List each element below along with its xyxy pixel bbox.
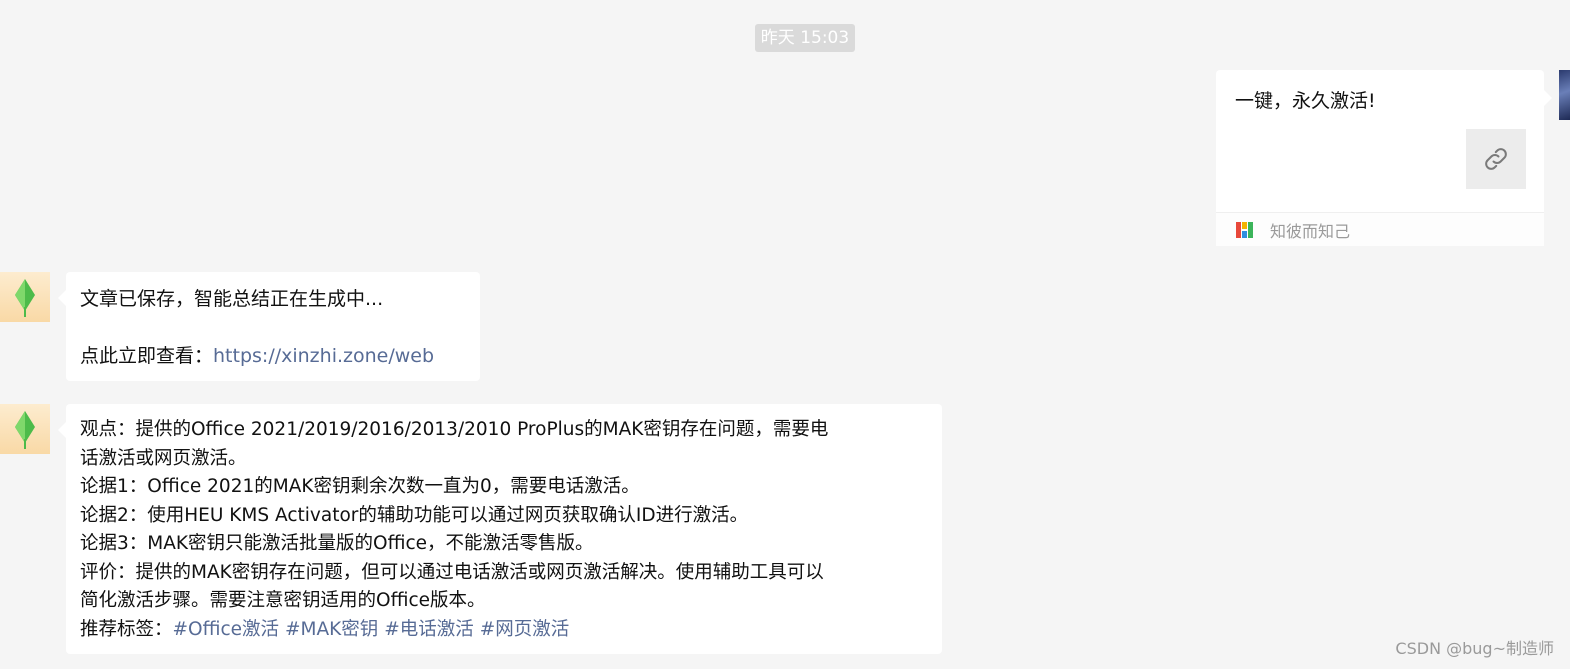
source-logo-icon (1236, 221, 1254, 239)
leaf-logo-icon (15, 411, 35, 449)
link-icon (1485, 148, 1507, 170)
card-title: 一键，永久激活! (1235, 90, 1376, 112)
card-source: 知彼而知己 (1216, 212, 1544, 246)
summary-line: 论据3：MAK密钥只能激活批量版的Office，不能激活零售版。 (80, 533, 594, 554)
leaf-logo-icon (15, 279, 35, 317)
tag-link[interactable]: #MAK密钥 (285, 619, 378, 640)
source-name: 知彼而知己 (1270, 221, 1351, 241)
tag-link[interactable]: #网页激活 (480, 619, 570, 640)
card-thumbnail (1466, 129, 1526, 189)
message-text: 文章已保存，智能总结正在生成中... (80, 288, 384, 310)
summary-line: 简化激活步骤。需要注意密钥适用的Office版本。 (80, 590, 486, 611)
watermark: CSDN @bug~制造师 (1395, 639, 1554, 658)
summary-line: 评价：提供的MAK密钥存在问题，但可以通过电话激活或网页激活解决。使用辅助工具可… (80, 561, 824, 583)
shared-article-card[interactable]: 一键，永久激活! 知彼而知己 (1216, 70, 1552, 246)
bot-message-saved: 文章已保存，智能总结正在生成中... 点此立即查看：https://xinzhi… (58, 272, 480, 381)
tags-row: 推荐标签：#Office激活 #MAK密钥 #电话激活 #网页激活 (80, 616, 928, 645)
summary-line: 论据1：Office 2021的MAK密钥剩余次数一直为0，需要电话激活。 (80, 476, 640, 497)
user-avatar[interactable] (1559, 70, 1570, 120)
tag-link[interactable]: #电话激活 (384, 619, 474, 640)
view-link[interactable]: https://xinzhi.zone/web (213, 345, 434, 367)
message-text: 点此立即查看： (80, 344, 214, 367)
summary-line: 话激活或网页激活。 (80, 447, 247, 469)
summary-line: 观点：提供的Office 2021/2019/2016/2013/2010 Pr… (80, 419, 829, 440)
bot-avatar[interactable] (0, 272, 50, 322)
bot-message-summary: 观点：提供的Office 2021/2019/2016/2013/2010 Pr… (58, 404, 942, 654)
tag-link[interactable]: #Office激活 (173, 619, 280, 640)
tags-label: 推荐标签： (80, 618, 173, 640)
message-timestamp: 昨天 15:03 (755, 24, 855, 52)
summary-line: 论据2：使用HEU KMS Activator的辅助功能可以通过网页获取确认ID… (80, 504, 749, 526)
bot-avatar[interactable] (0, 404, 50, 454)
